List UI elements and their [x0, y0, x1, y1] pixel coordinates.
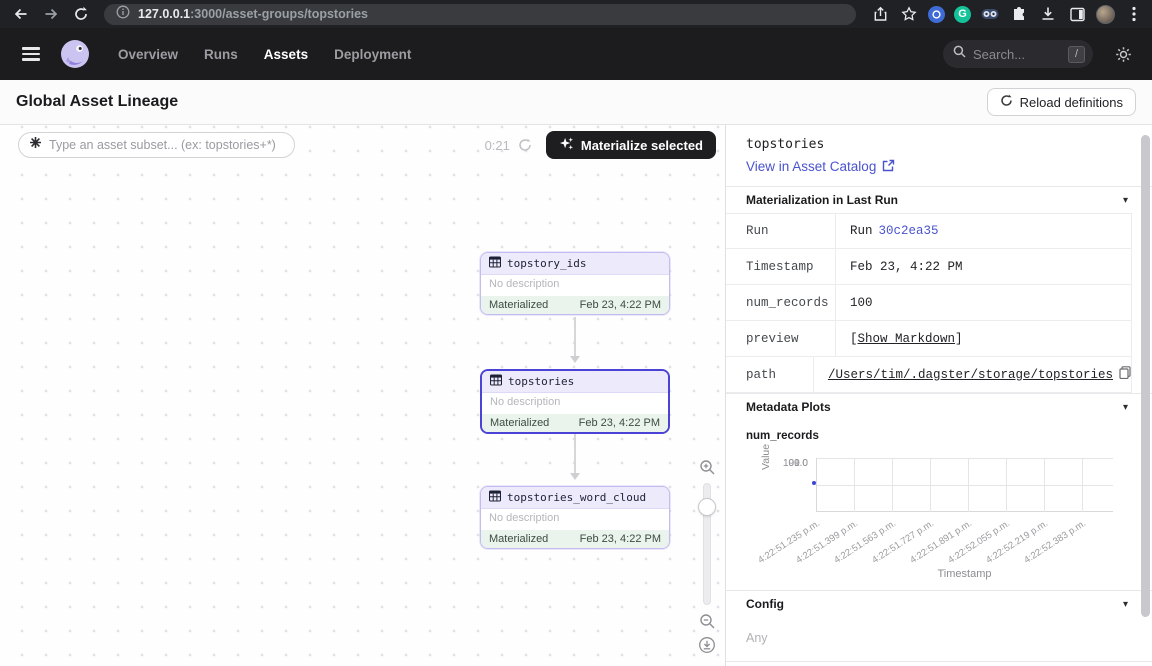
search-icon: [953, 45, 966, 63]
asset-status: Materialized: [489, 533, 548, 545]
asset-name: topstories_word_cloud: [507, 491, 646, 504]
browser-reload-icon[interactable]: [68, 3, 94, 25]
dagster-logo[interactable]: [60, 39, 90, 69]
extension-goggles-icon[interactable]: [980, 4, 1000, 24]
lineage-edge: [574, 434, 576, 478]
refresh-icon[interactable]: [518, 138, 532, 152]
asset-description: No description: [481, 275, 669, 296]
nav-menu-icon[interactable]: [14, 37, 48, 71]
metadata-row-num-records: num_records 100: [726, 285, 1131, 321]
asset-subset-input[interactable]: [49, 138, 284, 152]
asterisk-filter-icon: [29, 136, 42, 154]
plot-area: 101.0 100.0 99.0: [816, 458, 1113, 512]
asset-description: No description: [481, 509, 669, 530]
asset-name: topstories: [508, 375, 574, 388]
zoom-to-fit-icon[interactable]: [695, 633, 719, 657]
zoom-slider-handle[interactable]: [698, 498, 716, 516]
view-in-asset-catalog-link[interactable]: View in Asset Catalog: [746, 159, 895, 175]
metadata-row-preview: preview [Show Markdown]: [726, 321, 1131, 357]
section-type[interactable]: Type ▾: [726, 661, 1152, 666]
chevron-down-icon: ▾: [1123, 195, 1128, 206]
external-link-icon: [882, 159, 895, 175]
asset-name: topstory_ids: [507, 257, 586, 270]
chevron-down-icon: ▾: [1123, 402, 1128, 413]
extension-grammarly-icon[interactable]: G: [954, 6, 971, 23]
refresh-timer: 0:21: [485, 138, 510, 153]
zoom-out-icon[interactable]: [695, 609, 719, 633]
extensions-puzzle-icon[interactable]: [1009, 4, 1029, 24]
lineage-edge: [574, 317, 576, 361]
search-shortcut-badge: /: [1068, 46, 1085, 63]
asset-node-topstories[interactable]: topstories No description Materialized F…: [480, 369, 670, 434]
nav-item-assets[interactable]: Assets: [264, 47, 308, 62]
x-axis-ticks: 4:22:51.235 p.m. 4:22:51.399 p.m. 4:22:5…: [816, 514, 1113, 566]
asset-subset-filter[interactable]: [18, 132, 295, 158]
plot-title: num_records: [726, 426, 1152, 442]
zoom-slider[interactable]: [703, 483, 711, 605]
y-axis-label: Value: [760, 444, 772, 470]
search-placeholder: Search...: [973, 47, 1061, 62]
copy-icon[interactable]: [1119, 366, 1131, 383]
browser-profile-avatar[interactable]: [1096, 5, 1115, 24]
metadata-row-run: Run Run 30c2ea35: [726, 213, 1131, 249]
x-axis-label: Timestamp: [816, 568, 1113, 580]
browser-menu-icon[interactable]: [1124, 4, 1144, 24]
asset-timestamp: Feb 23, 4:22 PM: [580, 533, 661, 545]
nav-item-overview[interactable]: Overview: [118, 47, 178, 62]
url-text: 127.0.0.1:3000/asset-groups/topstories: [138, 5, 368, 23]
browser-chrome: 127.0.0.1:3000/asset-groups/topstories G: [0, 0, 1152, 28]
asset-timestamp: Feb 23, 4:22 PM: [579, 417, 660, 429]
metadata-row-path: path /Users/tim/.dagster/storage/topstor…: [726, 357, 1131, 393]
panel-scrollbar[interactable]: [1141, 135, 1150, 617]
panel-asset-title: topstories: [746, 137, 1132, 152]
reload-icon: [1000, 94, 1013, 110]
nav-item-deployment[interactable]: Deployment: [334, 47, 411, 62]
metadata-plot: num_records 101.0 100.0 99.0 Value 4:22:…: [726, 420, 1152, 590]
section-materialization-in-last-run[interactable]: Materialization in Last Run ▾: [726, 186, 1152, 213]
data-point[interactable]: [812, 481, 816, 485]
site-info-icon[interactable]: [116, 5, 130, 24]
chevron-down-icon: ▾: [1123, 599, 1128, 610]
materialization-metadata-table: Run Run 30c2ea35 Timestamp Feb 23, 4:22 …: [726, 213, 1132, 393]
share-icon[interactable]: [870, 4, 890, 24]
reload-definitions-button[interactable]: Reload definitions: [987, 88, 1136, 116]
config-value: Any: [726, 617, 1152, 661]
downloads-icon[interactable]: [1038, 4, 1058, 24]
page-header: Global Asset Lineage Reload definitions: [0, 80, 1152, 125]
asset-node-topstories-word-cloud[interactable]: topstories_word_cloud No description Mat…: [480, 486, 670, 549]
asset-graph-canvas[interactable]: 0:21 Materialize selected topstory_ids N…: [0, 125, 725, 666]
materialize-selected-button[interactable]: Materialize selected: [546, 131, 716, 159]
zoom-in-icon[interactable]: [695, 455, 719, 479]
section-metadata-plots[interactable]: Metadata Plots ▾: [726, 393, 1152, 420]
path-link[interactable]: /Users/tim/.dagster/storage/topstories: [828, 368, 1113, 382]
run-id-link[interactable]: 30c2ea35: [879, 224, 939, 238]
extension-1password-icon[interactable]: [928, 6, 945, 23]
table-icon: [489, 490, 501, 505]
browser-forward-icon[interactable]: [38, 3, 64, 25]
asset-details-panel: topstories View in Asset Catalog Materia…: [725, 125, 1152, 666]
nav-item-runs[interactable]: Runs: [204, 47, 238, 62]
sparkle-icon: [559, 136, 574, 154]
asset-status: Materialized: [489, 299, 548, 311]
bookmark-star-icon[interactable]: [899, 4, 919, 24]
show-markdown-link[interactable]: Show Markdown: [858, 332, 956, 346]
browser-address-bar[interactable]: 127.0.0.1:3000/asset-groups/topstories: [104, 4, 856, 25]
table-icon: [489, 256, 501, 271]
page-title: Global Asset Lineage: [16, 93, 178, 111]
asset-timestamp: Feb 23, 4:22 PM: [580, 299, 661, 311]
asset-description: No description: [482, 393, 668, 414]
side-panel-icon[interactable]: [1067, 4, 1087, 24]
asset-node-topstory-ids[interactable]: topstory_ids No description Materialized…: [480, 252, 670, 315]
table-icon: [490, 374, 502, 389]
section-config[interactable]: Config ▾: [726, 590, 1152, 617]
app-navbar: Overview Runs Assets Deployment Search..…: [0, 28, 1152, 80]
browser-back-icon[interactable]: [8, 3, 34, 25]
settings-gear-icon[interactable]: [1115, 46, 1132, 63]
global-search-input[interactable]: Search... /: [943, 40, 1093, 68]
metadata-row-timestamp: Timestamp Feb 23, 4:22 PM: [726, 249, 1131, 285]
asset-status: Materialized: [490, 417, 549, 429]
